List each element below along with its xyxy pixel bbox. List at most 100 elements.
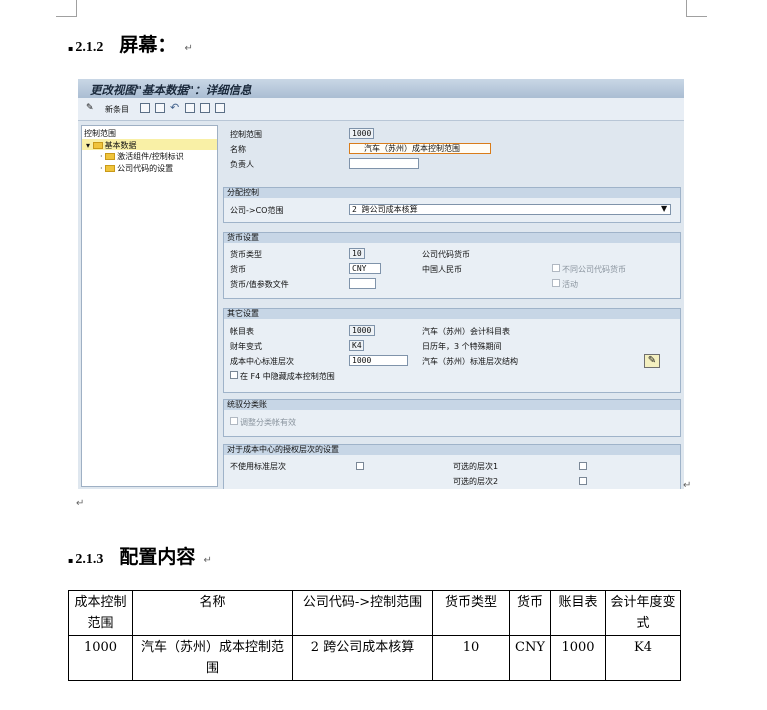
hide-in-f4-checkbox[interactable] [230,371,238,379]
table-cell: 1000 [550,635,606,681]
responsible-label: 负责人 [230,160,254,169]
table-header-cell: 账目表 [550,590,606,636]
folder-open-icon [92,142,103,149]
name-label: 名称 [230,145,246,154]
sap-toolbar: ✎ 新条目 ↶ [78,98,684,121]
chart-of-accounts-field[interactable]: 1000 [349,325,375,336]
responsible-field[interactable] [349,158,419,169]
new-entries-button[interactable]: 新条目 [105,104,129,115]
active-label: 活动 [562,280,578,289]
paragraph-mark: ↵ [184,43,193,54]
heading-2-1-3: ▪ 2.1.3 配置内容 ↵ [68,542,212,569]
tree-item-activate-components[interactable]: · 激活组件/控制标识 [100,151,184,162]
table-header-cell: 货币 [509,590,551,636]
alt-hierarchy-1-label: 可选的层次1 [453,462,499,471]
fiscal-year-variant-label: 财年变式 [230,342,262,351]
chart-of-accounts-description: 汽车（苏州）会计科目表 [422,327,510,336]
table-cell: K4 [605,635,681,681]
heading-number: 2.1.2 [75,40,104,55]
fiscal-year-variant-field[interactable]: K4 [349,340,364,351]
heading-number: 2.1.3 [75,552,104,567]
sap-detail-area: 控制范围 1000 名称 汽车（苏州）成本控制范围 负责人 分配控制 公司->C… [223,125,684,489]
table-header-cell: 名称 [132,590,293,636]
currency-type-field[interactable]: 10 [349,248,365,259]
tree-root-basic-data[interactable]: ▾ 基本数据 [86,140,137,151]
folder-icon [105,153,116,160]
table-header-row: 成本控制范围 名称 公司代码->控制范围 货币类型 货币 账目表 会计年度变式 [68,590,681,636]
standard-hierarchy-field[interactable]: 1000 [349,355,408,366]
delete-icon[interactable] [155,103,165,113]
tree-item-label: 公司代码的设置 [117,164,174,173]
standard-hierarchy-label: 成本中心标准层次 [230,357,294,366]
group-header: 对于成本中心的授权层次的设置 [224,445,680,455]
no-standard-hierarchy-checkbox[interactable] [356,462,364,470]
heading-title: 配置内容 [119,546,196,568]
sap-window-title: 更改视图"基本数据"：详细信息 [90,83,252,97]
heading-title: 屏幕： [119,34,177,56]
next-entry-icon[interactable] [215,103,225,113]
authorization-hierarchy-group: 对于成本中心的授权层次的设置 不使用标准层次 可选的层次1 可选的层次2 [223,444,681,489]
table-row: 1000 汽车（苏州）成本控制范围 2 跨公司成本核算 10 CNY 1000 … [68,635,681,681]
currency-settings-group: 货币设置 货币类型 10 公司代码货币 货币 CNY 中国人民币 不同公司代码货… [223,232,681,299]
cocd-co-area-dropdown[interactable]: 2 跨公司成本核算 [349,204,671,215]
name-field[interactable]: 汽车（苏州）成本控制范围 [349,143,491,154]
hide-in-f4-label: 在 F4 中隐藏成本控制范围 [240,372,335,381]
heading-bullet: ▪ [68,556,74,565]
different-cocd-currency-checkbox[interactable] [552,264,560,272]
heading-bullet: ▪ [68,44,74,53]
sap-screenshot: 更改视图"基本数据"：详细信息 ✎ 新条目 ↶ 控制范围 ▾ 基本数据 · 激活… [78,79,684,489]
currency-profile-field[interactable] [349,278,376,289]
other-settings-group: 其它设置 帐目表 1000 汽车（苏州）会计科目表 财年变式 K4 日历年，3 … [223,308,681,393]
currency-type-label: 货币类型 [230,250,262,259]
paragraph-mark: ↵ [683,480,692,491]
active-checkbox[interactable] [552,279,560,287]
expand-triangle-icon[interactable]: ▾ [86,141,90,150]
heading-2-1-2: ▪ 2.1.2 屏幕： ↵ [68,30,193,57]
table-header-cell: 货币类型 [432,590,510,636]
reconciliation-ledger-group: 统驭分类账 调整分类帐有效 [223,399,681,437]
table-cell: 10 [432,635,510,681]
group-header: 统驭分类账 [224,400,680,410]
controlling-area-field[interactable]: 1000 [349,128,374,139]
tree-root-label: 基本数据 [104,141,137,150]
currency-profile-label: 货币/值参数文件 [230,280,289,289]
standard-hierarchy-description: 汽车（苏州）标准层次结构 [422,357,518,366]
adjust-ledger-checkbox[interactable] [230,417,238,425]
folder-icon [105,165,116,172]
copy-icon[interactable] [140,103,150,113]
sap-navigation-tree: 控制范围 ▾ 基本数据 · 激活组件/控制标识 · 公司代码的设置 [81,125,218,487]
fiscal-year-variant-description: 日历年，3 个特殊期间 [422,342,502,351]
cocd-co-area-label: 公司->CO范围 [230,206,284,215]
chart-of-accounts-label: 帐目表 [230,327,254,336]
edit-pencil-icon[interactable]: ✎ [644,354,660,368]
no-standard-hierarchy-label: 不使用标准层次 [230,462,286,471]
group-header: 货币设置 [224,233,680,243]
tree-header: 控制范围 [84,129,116,138]
table-cell: CNY [509,635,551,681]
select-all-icon[interactable] [185,103,195,113]
currency-field[interactable]: CNY [349,263,381,274]
config-table: 成本控制范围 名称 公司代码->控制范围 货币类型 货币 账目表 会计年度变式 … [68,590,681,681]
currency-description: 中国人民币 [422,265,462,274]
different-cocd-currency-label: 不同公司代码货币 [562,265,626,274]
paragraph-mark: ↵ [203,555,212,566]
crop-mark-top-right [686,0,707,17]
alt-hierarchy-2-checkbox[interactable] [579,477,587,485]
assignment-control-group: 分配控制 公司->CO范围 2 跨公司成本核算 ▼ [223,187,681,223]
table-cell: 汽车（苏州）成本控制范围 [132,635,293,681]
alt-hierarchy-1-checkbox[interactable] [579,462,587,470]
tree-item-company-code-settings[interactable]: · 公司代码的设置 [100,163,173,174]
table-header-cell: 成本控制范围 [68,590,133,636]
glasses-icon[interactable]: ✎ [86,103,94,113]
table-header-cell: 会计年度变式 [605,590,681,636]
dropdown-arrow-icon[interactable]: ▼ [661,204,667,213]
paragraph-mark: ↵ [76,498,85,509]
previous-entry-icon[interactable] [200,103,210,113]
undo-icon[interactable]: ↶ [170,101,179,114]
table-header-cell: 公司代码->控制范围 [292,590,433,636]
group-header: 其它设置 [224,309,680,319]
currency-type-description: 公司代码货币 [422,250,470,259]
alt-hierarchy-2-label: 可选的层次2 [453,477,499,486]
currency-label: 货币 [230,265,246,274]
controlling-area-label: 控制范围 [230,130,262,139]
